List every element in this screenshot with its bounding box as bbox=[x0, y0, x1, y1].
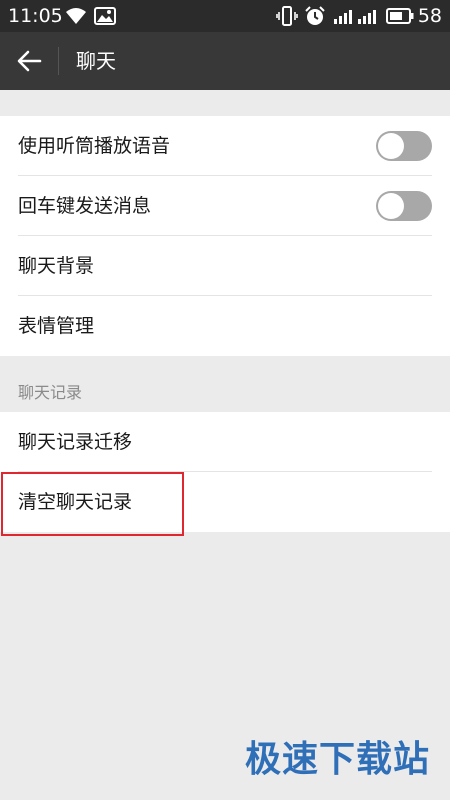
toggle-knob bbox=[378, 193, 404, 219]
setting-label: 清空聊天记录 bbox=[18, 491, 133, 513]
arrow-left-icon[interactable] bbox=[16, 49, 42, 73]
setting-row-chat-background[interactable]: 聊天背景 bbox=[0, 236, 450, 296]
page-title: 聊天 bbox=[76, 49, 116, 73]
image-icon bbox=[94, 7, 116, 25]
wifi-icon bbox=[66, 8, 86, 24]
section-header-chat-history: 聊天记录 bbox=[18, 383, 83, 402]
app-bar: 聊天 bbox=[0, 32, 450, 90]
setting-row-clear-chat-history[interactable]: 清空聊天记录 bbox=[0, 472, 450, 532]
app-bar-divider bbox=[58, 47, 59, 75]
battery-level: 58 bbox=[417, 5, 442, 27]
earpiece-toggle[interactable] bbox=[376, 131, 432, 161]
enter-send-toggle[interactable] bbox=[376, 191, 432, 221]
watermark: 极速下载站 bbox=[244, 739, 430, 780]
setting-label: 聊天记录迁移 bbox=[18, 431, 133, 453]
settings-group-chat-history: 聊天记录迁移 清空聊天记录 bbox=[0, 412, 450, 532]
signal-icon bbox=[334, 10, 376, 24]
setting-row-enter-send[interactable]: 回车键发送消息 bbox=[0, 176, 450, 236]
toggle-knob bbox=[378, 133, 404, 159]
alarm-icon bbox=[305, 6, 325, 25]
status-time: 11:05 bbox=[8, 5, 63, 27]
battery-icon bbox=[386, 8, 414, 24]
setting-label: 使用听筒播放语音 bbox=[18, 135, 171, 157]
status-bar: 11:05 58 bbox=[0, 0, 450, 32]
setting-label: 表情管理 bbox=[18, 315, 95, 337]
setting-label: 聊天背景 bbox=[18, 255, 95, 277]
setting-row-sticker-management[interactable]: 表情管理 bbox=[0, 296, 450, 356]
setting-row-chat-migration[interactable]: 聊天记录迁移 bbox=[0, 412, 450, 472]
setting-label: 回车键发送消息 bbox=[18, 195, 152, 217]
settings-group-general: 使用听筒播放语音 回车键发送消息 聊天背景 表情管理 bbox=[0, 116, 450, 356]
vibrate-icon bbox=[276, 6, 298, 26]
setting-row-earpiece[interactable]: 使用听筒播放语音 bbox=[0, 116, 450, 176]
